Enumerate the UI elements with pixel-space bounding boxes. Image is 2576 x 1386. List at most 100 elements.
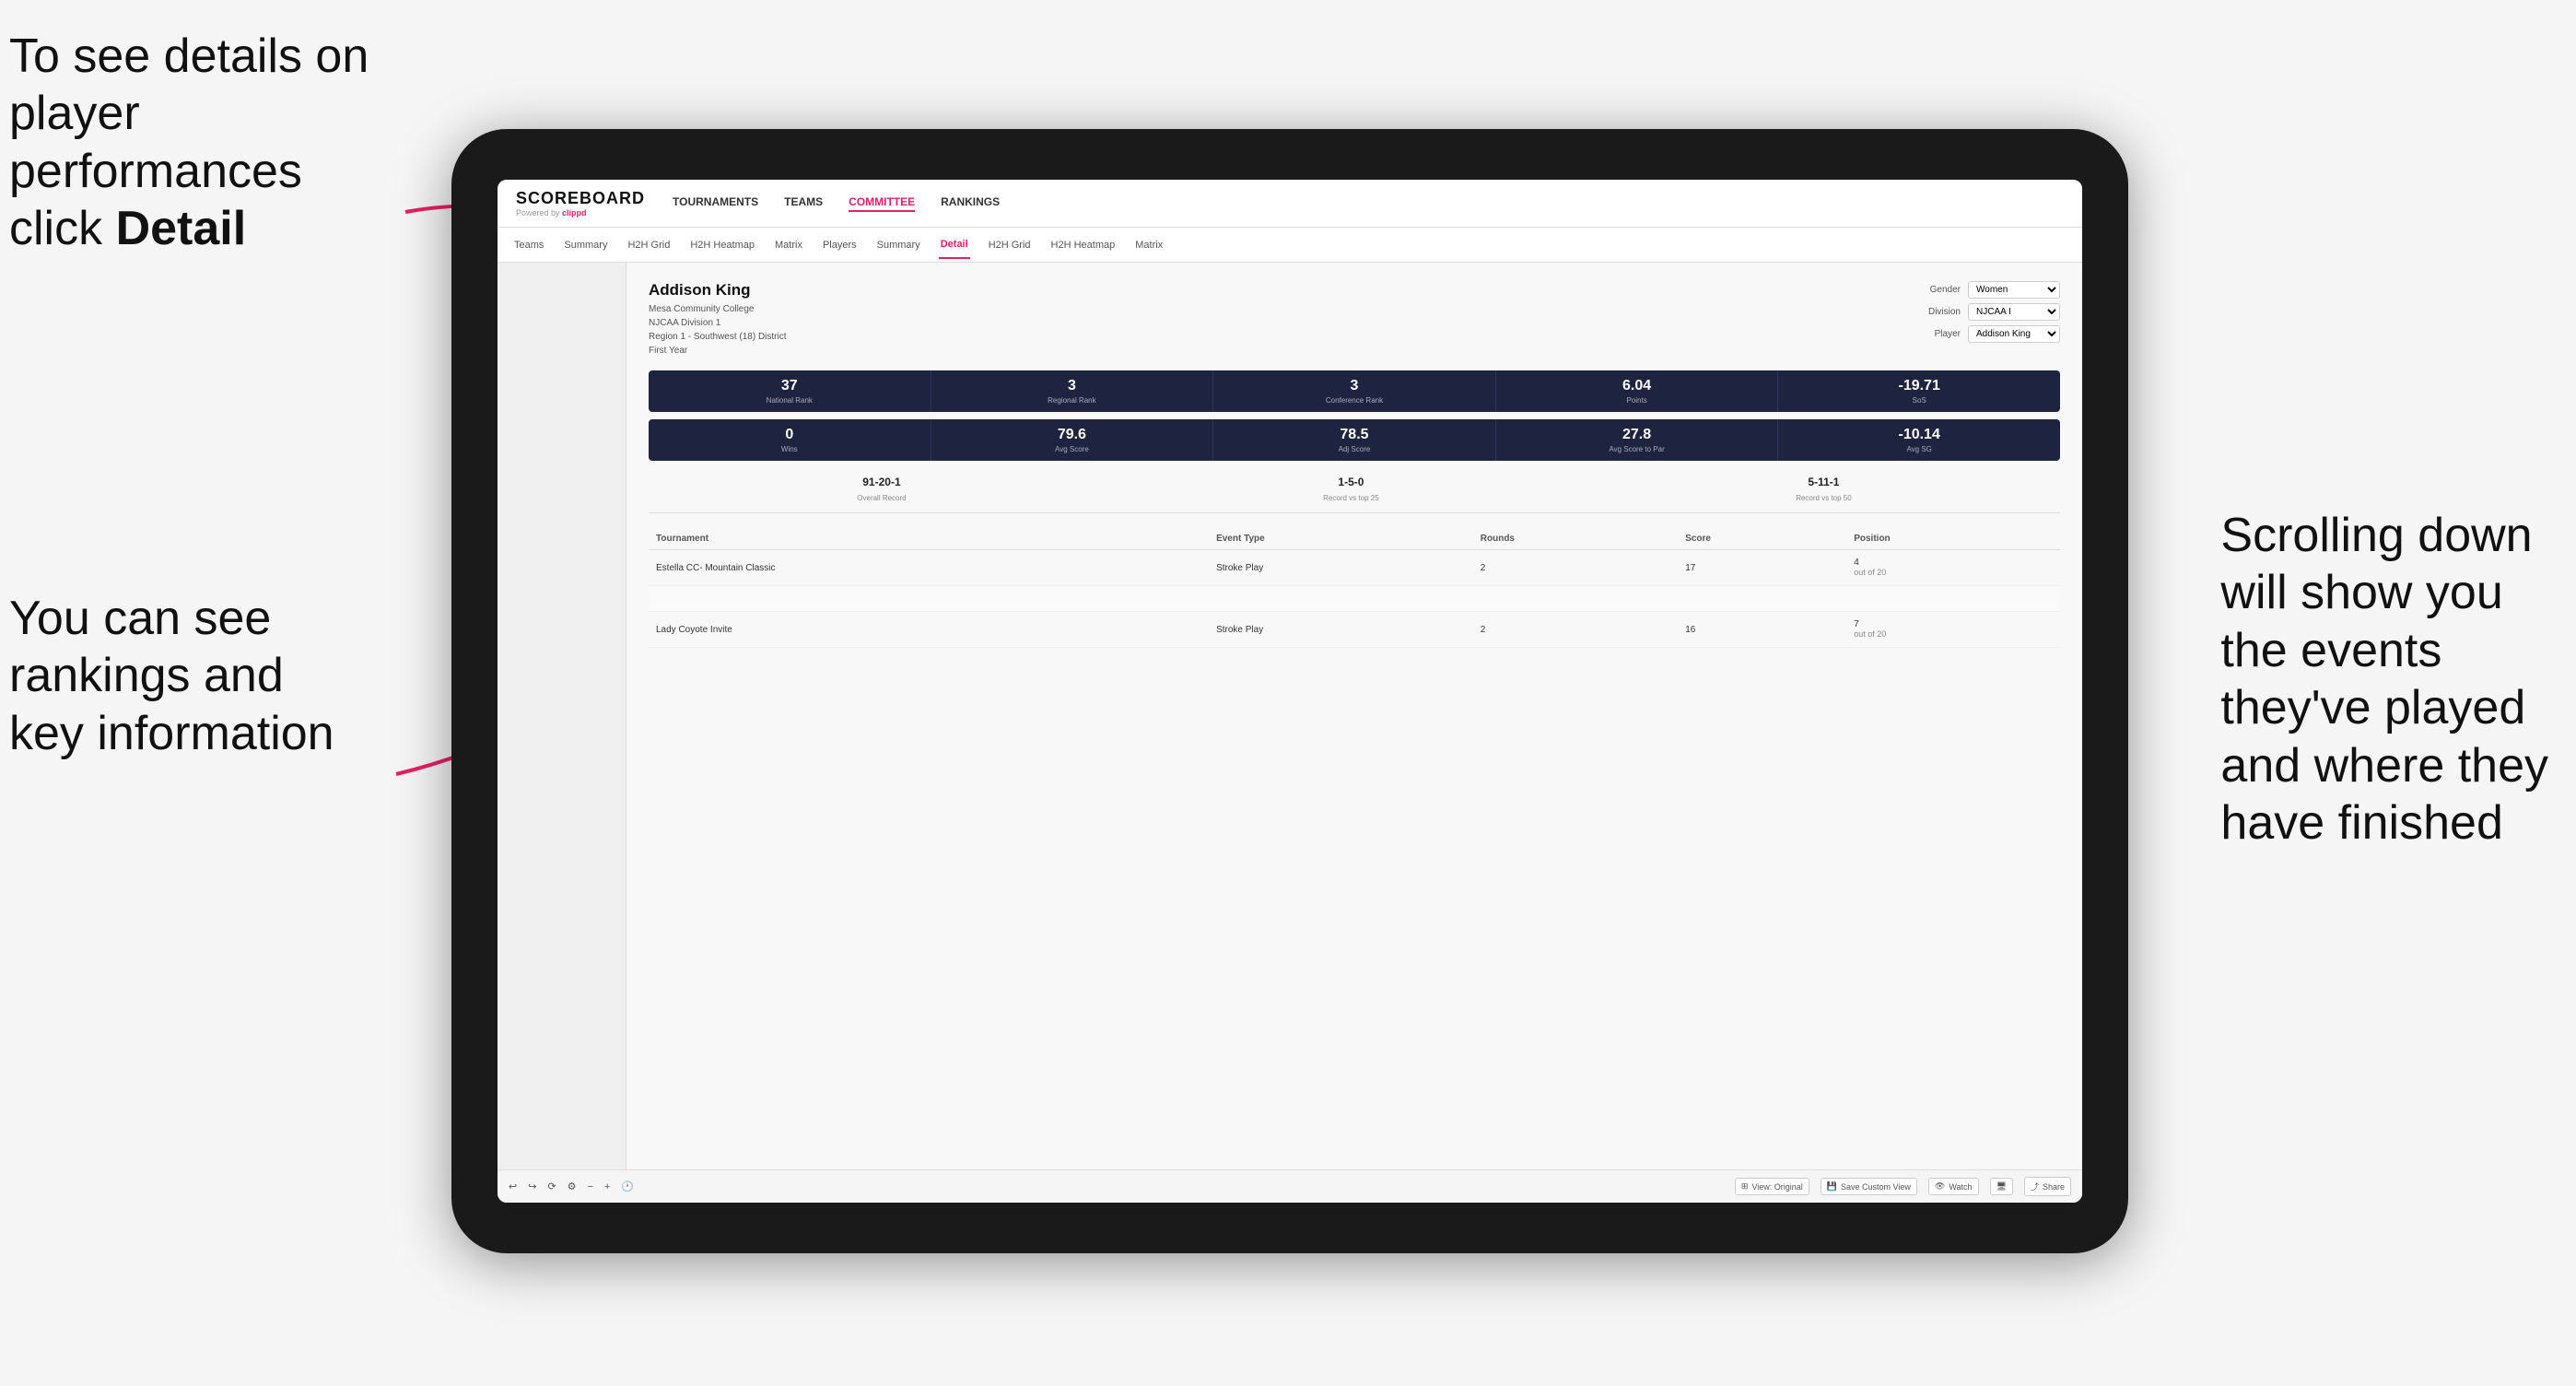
cell-tournament-2: Lady Coyote Invite bbox=[649, 612, 1209, 648]
annotation-text-4: key information bbox=[9, 707, 334, 760]
player-division: NJCAA Division 1 bbox=[649, 316, 787, 330]
refresh-icon[interactable]: ⟳ bbox=[547, 1180, 556, 1192]
minus-icon[interactable]: − bbox=[588, 1181, 593, 1192]
left-sidebar bbox=[498, 263, 626, 1169]
table-header: Tournament Event Type Rounds Score Posit… bbox=[649, 528, 2060, 550]
logo-scoreboard: SCOREBOARD bbox=[516, 189, 645, 208]
table-header-row: Tournament Event Type Rounds Score Posit… bbox=[649, 528, 2060, 550]
stat-label-conference-rank: Conference Rank bbox=[1223, 396, 1486, 405]
main-content: Addison King Mesa Community College NJCA… bbox=[498, 263, 2082, 1169]
stat-avg-score: 79.6 Avg Score bbox=[931, 419, 1214, 461]
stat-sos: -19.71 SoS bbox=[1778, 370, 2060, 412]
annotation-bottom-left: You can see rankings and key information bbox=[9, 590, 334, 762]
save-icon: 💾 bbox=[1827, 1181, 1837, 1192]
share-label: Share bbox=[2043, 1182, 2065, 1192]
tournament-table: Tournament Event Type Rounds Score Posit… bbox=[649, 528, 2060, 648]
share-button[interactable]: ⤴ Share bbox=[2024, 1177, 2071, 1196]
screen-button[interactable]: 🖥 bbox=[1990, 1178, 2013, 1195]
division-selector-row: Division NJCAA I bbox=[1914, 303, 2060, 321]
table-body: Estella CC- Mountain Classic Stroke Play… bbox=[649, 550, 2060, 648]
record-overall-value: 91-20-1 bbox=[857, 476, 906, 488]
stat-value-avg-score-par: 27.8 bbox=[1505, 427, 1769, 443]
subnav-summary[interactable]: Summary bbox=[562, 232, 609, 258]
nav-tournaments[interactable]: TOURNAMENTS bbox=[673, 195, 758, 212]
subnav-matrix2[interactable]: Matrix bbox=[1133, 232, 1165, 258]
player-year: First Year bbox=[649, 344, 787, 358]
stat-value-conference-rank: 3 bbox=[1223, 378, 1486, 394]
view-icon: ⊞ bbox=[1741, 1181, 1749, 1192]
stat-value-avg-score: 79.6 bbox=[941, 427, 1204, 443]
stat-label-wins: Wins bbox=[658, 445, 921, 453]
annotation-text-5: Scrolling down bbox=[2220, 509, 2532, 562]
nav-teams[interactable]: TEAMS bbox=[784, 195, 823, 212]
cell-event-type-1: Stroke Play bbox=[1209, 550, 1473, 586]
division-select[interactable]: NJCAA I bbox=[1968, 303, 2060, 321]
stat-value-regional-rank: 3 bbox=[941, 378, 1204, 394]
stat-adj-score: 78.5 Adj Score bbox=[1213, 419, 1496, 461]
cell-score-1: 17 bbox=[1678, 550, 1846, 586]
annotation-bold: Detail bbox=[116, 202, 247, 255]
records-row: 91-20-1 Overall Record 1-5-0 Record vs t… bbox=[649, 468, 2060, 513]
stat-value-adj-score: 78.5 bbox=[1223, 427, 1486, 443]
table-row: Estella CC- Mountain Classic Stroke Play… bbox=[649, 550, 2060, 586]
record-top25-label: Record vs top 25 bbox=[1323, 494, 1378, 502]
stat-value-points: 6.04 bbox=[1505, 378, 1769, 394]
eye-icon: 👁 bbox=[1935, 1181, 1945, 1192]
stat-label-regional-rank: Regional Rank bbox=[941, 396, 1204, 405]
stat-wins: 0 Wins bbox=[649, 419, 931, 461]
save-label: Save Custom View bbox=[1841, 1182, 1911, 1192]
undo-icon[interactable]: ↩ bbox=[509, 1180, 517, 1192]
logo-clippd: clippd bbox=[562, 208, 587, 217]
subnav-players[interactable]: Players bbox=[821, 232, 859, 258]
subnav-matrix[interactable]: Matrix bbox=[773, 232, 804, 258]
col-rounds: Rounds bbox=[1473, 528, 1678, 550]
subnav-h2h-grid[interactable]: H2H Grid bbox=[626, 232, 672, 258]
plus-icon[interactable]: + bbox=[604, 1181, 610, 1192]
screen-icon: 🖥 bbox=[1996, 1181, 2007, 1192]
cell-position-empty bbox=[1846, 586, 2060, 612]
subnav-summary2[interactable]: Summary bbox=[875, 232, 922, 258]
cell-event-type-empty bbox=[1209, 586, 1473, 612]
record-top50-label: Record vs top 50 bbox=[1796, 494, 1851, 502]
cell-rounds-empty bbox=[1473, 586, 1678, 612]
settings-icon[interactable]: ⚙ bbox=[568, 1180, 577, 1192]
clock-icon[interactable]: 🕐 bbox=[621, 1180, 634, 1192]
player-select[interactable]: Addison King bbox=[1968, 325, 2060, 343]
top-nav: SCOREBOARD Powered by clippd TOURNAMENTS… bbox=[498, 180, 2082, 228]
gender-select[interactable]: Women Men bbox=[1968, 281, 2060, 299]
subnav-teams[interactable]: Teams bbox=[512, 232, 545, 258]
tablet-frame: SCOREBOARD Powered by clippd TOURNAMENTS… bbox=[451, 129, 2128, 1253]
player-info: Addison King Mesa Community College NJCA… bbox=[649, 281, 787, 358]
tablet-screen: SCOREBOARD Powered by clippd TOURNAMENTS… bbox=[498, 180, 2082, 1203]
nav-committee[interactable]: COMMITTEE bbox=[849, 195, 915, 212]
subnav-detail[interactable]: Detail bbox=[939, 231, 970, 259]
stat-label-sos: SoS bbox=[1787, 396, 2051, 405]
player-header: Addison King Mesa Community College NJCA… bbox=[649, 281, 2060, 358]
content-area: Addison King Mesa Community College NJCA… bbox=[626, 263, 2082, 1169]
subnav-h2h-heatmap2[interactable]: H2H Heatmap bbox=[1049, 232, 1118, 258]
cell-position-2: 7out of 20 bbox=[1846, 612, 2060, 648]
subnav-h2h-heatmap[interactable]: H2H Heatmap bbox=[688, 232, 756, 258]
player-school: Mesa Community College bbox=[649, 302, 787, 316]
division-label: Division bbox=[1914, 307, 1961, 317]
gender-label: Gender bbox=[1914, 285, 1961, 295]
annotation-text-3: rankings and bbox=[9, 649, 284, 702]
record-top25: 1-5-0 Record vs top 25 bbox=[1323, 476, 1378, 505]
subnav-h2h-grid2[interactable]: H2H Grid bbox=[987, 232, 1033, 258]
stat-avg-sg: -10.14 Avg SG bbox=[1778, 419, 2060, 461]
cell-tournament-empty bbox=[649, 586, 1209, 612]
view-original-button[interactable]: ⊞ View: Original bbox=[1735, 1178, 1809, 1195]
stat-label-national-rank: National Rank bbox=[658, 396, 921, 405]
annotation-right: Scrolling down will show you the events … bbox=[2220, 507, 2548, 852]
save-custom-view-button[interactable]: 💾 Save Custom View bbox=[1821, 1178, 1917, 1195]
col-event-type: Event Type bbox=[1209, 528, 1473, 550]
watch-button[interactable]: 👁 Watch bbox=[1928, 1178, 1979, 1195]
player-region: Region 1 - Southwest (18) District bbox=[649, 330, 787, 344]
cell-rounds-2: 2 bbox=[1473, 612, 1678, 648]
cell-rounds-1: 2 bbox=[1473, 550, 1678, 586]
stat-label-avg-sg: Avg SG bbox=[1787, 445, 2051, 453]
stat-avg-score-par: 27.8 Avg Score to Par bbox=[1496, 419, 1779, 461]
record-top50: 5-11-1 Record vs top 50 bbox=[1796, 476, 1851, 505]
nav-rankings[interactable]: RANKINGS bbox=[941, 195, 1000, 212]
redo-icon[interactable]: ↪ bbox=[528, 1180, 536, 1192]
